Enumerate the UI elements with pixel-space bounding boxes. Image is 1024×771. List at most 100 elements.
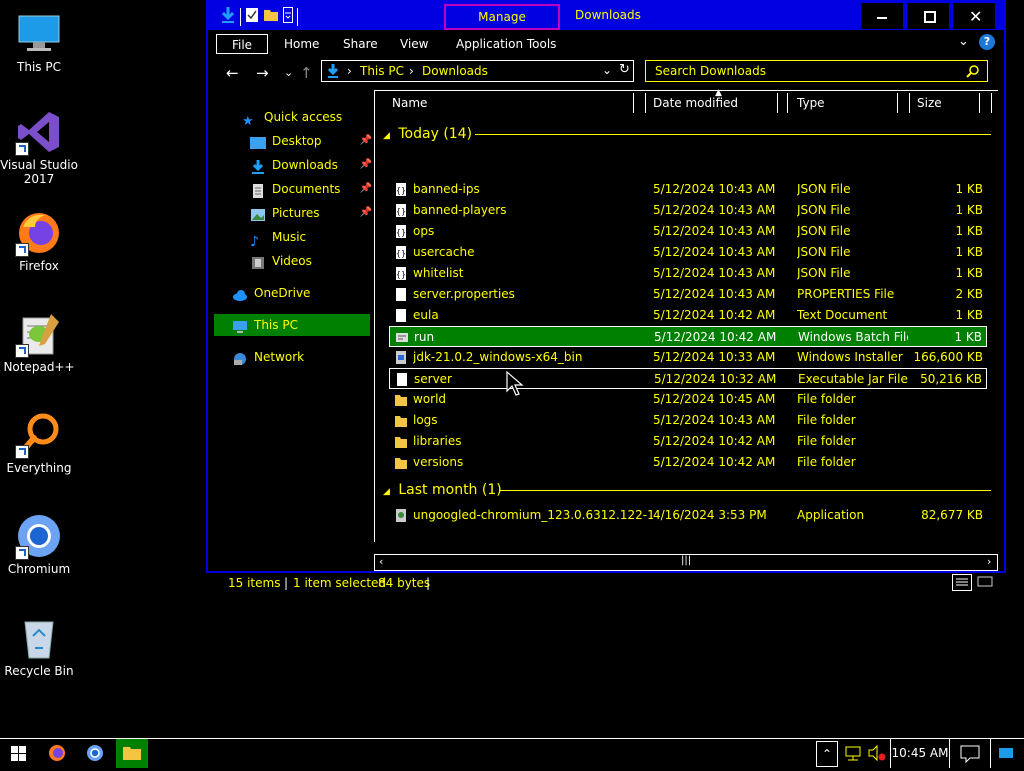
- file-name: server.properties: [413, 287, 515, 301]
- file-size: 1 KB: [954, 330, 982, 344]
- search-input[interactable]: Search Downloads: [655, 64, 766, 78]
- nav-network[interactable]: Network: [232, 346, 372, 368]
- network-status-icon[interactable]: [842, 739, 866, 768]
- nav-quick-access[interactable]: ★ Quick access: [242, 106, 372, 129]
- up-button[interactable]: ↑: [300, 64, 313, 82]
- column-divider[interactable]: [633, 93, 634, 113]
- file-row[interactable]: {} whitelist 5/12/2024 10:43 AM JSON File 1 …: [389, 263, 987, 284]
- column-divider[interactable]: [991, 93, 992, 113]
- taskbar-file-explorer[interactable]: [116, 739, 148, 768]
- file-name: jdk-21.0.2_windows-x64_bin: [413, 350, 583, 364]
- tab-view[interactable]: View: [400, 34, 428, 54]
- desktop-icon-chromium[interactable]: Chromium: [0, 512, 78, 576]
- desktop-icon-notepad-plus-plus[interactable]: Notepad++: [0, 310, 78, 374]
- nav-downloads[interactable]: Downloads 📌: [250, 154, 372, 176]
- show-desktop-button[interactable]: [990, 739, 1024, 768]
- file-name: ungoogled-chromium_123.0.6312.122-1....: [413, 508, 653, 522]
- new-folder-icon[interactable]: [263, 7, 279, 26]
- volume-muted-icon[interactable]: [866, 739, 888, 768]
- column-divider[interactable]: [909, 93, 910, 113]
- file-row[interactable]: versions 5/12/2024 10:42 AM File folder: [389, 452, 987, 473]
- column-header-date[interactable]: Date modified: [653, 91, 738, 115]
- download-arrow-icon: [220, 6, 236, 27]
- refresh-icon[interactable]: ↻: [619, 62, 630, 77]
- file-row[interactable]: {} ops 5/12/2024 10:43 AM JSON File 1 KB: [389, 221, 987, 242]
- column-header-size[interactable]: Size: [917, 91, 942, 115]
- file-row[interactable]: server 5/12/2024 10:32 AM Executable Jar F…: [389, 368, 987, 389]
- action-center-icon[interactable]: [958, 739, 982, 768]
- tab-application-tools[interactable]: Application Tools: [456, 34, 556, 54]
- nav-music[interactable]: ♪ Music: [250, 226, 372, 250]
- column-header-name[interactable]: Name: [392, 91, 427, 115]
- mouse-cursor-icon: [506, 370, 524, 400]
- file-row[interactable]: run 5/12/2024 10:42 AM Windows Batch File 1…: [389, 326, 987, 347]
- nav-desktop[interactable]: Desktop 📌: [250, 130, 372, 152]
- collapse-group-icon[interactable]: ◢: [383, 131, 390, 141]
- breadcrumb-this-pc[interactable]: This PC: [360, 64, 404, 78]
- column-header-type[interactable]: Type: [797, 91, 825, 115]
- nav-documents[interactable]: Documents 📌: [250, 178, 372, 200]
- tab-manage[interactable]: Manage: [444, 4, 560, 30]
- breadcrumb-downloads[interactable]: Downloads: [422, 64, 488, 78]
- show-hidden-icons-button[interactable]: ⌃: [816, 741, 838, 767]
- file-date: 5/12/2024 10:43 AM: [653, 287, 776, 301]
- close-button[interactable]: ✕: [952, 2, 996, 30]
- desktop-icon-recycle-bin[interactable]: Recycle Bin: [0, 614, 78, 678]
- properties-icon[interactable]: [245, 7, 259, 26]
- details-view-button[interactable]: [952, 574, 972, 591]
- large-icons-view-button[interactable]: [976, 574, 994, 591]
- column-divider[interactable]: [897, 93, 898, 113]
- tab-file[interactable]: File: [216, 34, 268, 54]
- maximize-button[interactable]: [906, 2, 950, 30]
- back-button[interactable]: ←: [226, 64, 239, 82]
- desktop-icon-visual-studio[interactable]: Visual Studio 2017: [0, 108, 78, 186]
- scroll-right-icon[interactable]: ›: [987, 555, 991, 568]
- file-row[interactable]: ungoogled-chromium_123.0.6312.122-1.... 4…: [389, 505, 987, 526]
- group-header-last-month[interactable]: ◢ Last month (1): [383, 479, 991, 501]
- collapse-group-icon[interactable]: ◢: [383, 487, 390, 497]
- file-row[interactable]: logs 5/12/2024 10:43 AM File folder: [389, 410, 987, 431]
- taskbar-clock[interactable]: 10:45 AM: [890, 739, 950, 768]
- file-row[interactable]: eula 5/12/2024 10:42 AM Text Document 1 KB: [389, 305, 987, 326]
- file-row[interactable]: {} banned-players 5/12/2024 10:43 AM JSON F…: [389, 200, 987, 221]
- customize-toolbar-icon[interactable]: [283, 7, 293, 26]
- column-divider[interactable]: [979, 93, 980, 113]
- expand-ribbon-icon[interactable]: ⌄: [958, 34, 969, 49]
- nav-onedrive[interactable]: OneDrive: [232, 282, 372, 304]
- start-button[interactable]: [0, 739, 38, 768]
- address-dropdown-icon[interactable]: ⌄: [602, 63, 612, 77]
- title-bar[interactable]: Manage Downloads ✕: [206, 0, 1006, 30]
- group-header-today[interactable]: ◢ Today (14): [383, 123, 991, 145]
- file-row[interactable]: server.properties 5/12/2024 10:43 AM PROPE…: [389, 284, 987, 305]
- desktop-icon-this-pc[interactable]: This PC: [0, 10, 78, 74]
- file-row[interactable]: libraries 5/12/2024 10:42 AM File folder: [389, 431, 987, 452]
- desktop-icon-firefox[interactable]: Firefox: [0, 209, 78, 273]
- nav-this-pc[interactable]: This PC: [214, 314, 370, 336]
- help-icon[interactable]: ?: [979, 34, 995, 50]
- search-box[interactable]: Search Downloads: [645, 60, 988, 82]
- minimize-button[interactable]: [860, 2, 904, 30]
- taskbar-firefox[interactable]: [42, 739, 72, 768]
- file-row[interactable]: jdk-21.0.2_windows-x64_bin 5/12/2024 10:3…: [389, 347, 987, 368]
- scroll-left-icon[interactable]: ‹: [379, 555, 383, 568]
- tab-share[interactable]: Share: [343, 34, 378, 54]
- forward-button[interactable]: →: [256, 64, 269, 82]
- file-row[interactable]: {} banned-ips 5/12/2024 10:43 AM JSON File 1…: [389, 179, 987, 200]
- column-divider[interactable]: [777, 93, 778, 113]
- tab-home[interactable]: Home: [284, 34, 319, 54]
- desktop-icon-everything[interactable]: Everything: [0, 411, 78, 475]
- desktop-icon-label: Firefox: [19, 259, 59, 273]
- taskbar-chromium[interactable]: [80, 739, 110, 768]
- nav-videos[interactable]: Videos: [250, 250, 372, 272]
- music-note-icon: ♪: [250, 233, 259, 250]
- file-size: 50,216 KB: [920, 372, 982, 386]
- nav-label: Pictures: [272, 206, 320, 220]
- file-row[interactable]: world 5/12/2024 10:45 AM File folder: [389, 389, 987, 410]
- horizontal-scrollbar[interactable]: ‹ ||| ›: [374, 554, 998, 571]
- file-row[interactable]: {} usercache 5/12/2024 10:43 AM JSON File 1 …: [389, 242, 987, 263]
- address-bar[interactable]: › This PC › Downloads ⌄ ↻: [321, 60, 634, 82]
- recent-locations-button[interactable]: ⌄: [284, 66, 293, 79]
- column-divider[interactable]: [645, 93, 646, 113]
- nav-pictures[interactable]: Pictures 📌: [250, 202, 372, 224]
- column-divider[interactable]: [787, 93, 788, 113]
